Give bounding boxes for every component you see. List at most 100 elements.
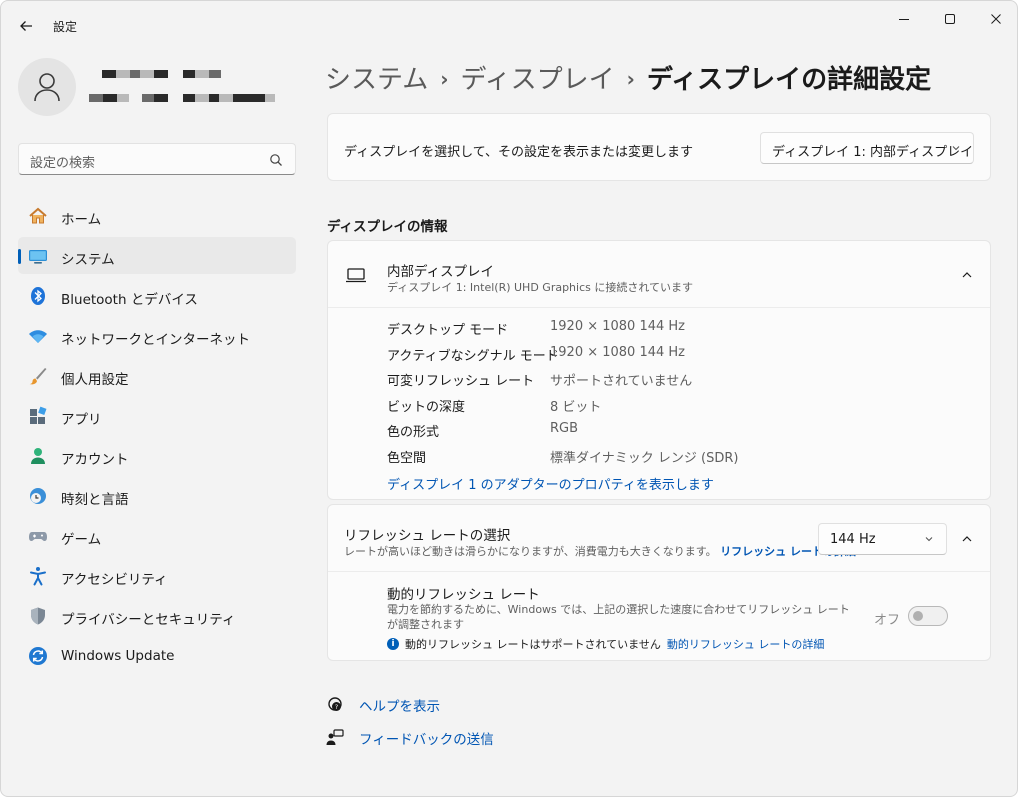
person-icon	[34, 73, 60, 102]
display-name: 内部ディスプレイ	[387, 264, 495, 280]
sidebar-item-home[interactable]: ホーム	[18, 197, 296, 234]
info-value: 1920 × 1080 144 Hz	[550, 344, 686, 360]
info-icon: i	[387, 638, 399, 650]
account-icon	[28, 446, 48, 466]
search-icon[interactable]	[269, 153, 283, 167]
system-icon	[28, 246, 48, 266]
chevron-down-icon	[925, 537, 933, 542]
refresh-rate-value: 144 Hz	[830, 532, 876, 547]
page-title: ディスプレイの詳細設定	[646, 65, 932, 95]
arrow-left-icon	[20, 21, 32, 31]
refresh-rate-title: リフレッシュ レートの選択	[344, 528, 511, 544]
info-value: サポートされていません	[550, 374, 693, 389]
sidebar-item-label: アプリ	[61, 412, 102, 428]
breadcrumb-separator: ›	[626, 67, 635, 91]
chevron-up-icon[interactable]	[961, 269, 973, 281]
info-key: アクティブなシグナル モード	[387, 348, 559, 364]
title-bar: 設定	[1, 1, 1017, 49]
active-indicator	[18, 249, 21, 264]
dynamic-refresh-details-link[interactable]: 動的リフレッシュ レートの詳細	[667, 636, 825, 652]
sidebar-item-label: アクセシビリティ	[61, 572, 168, 588]
close-button[interactable]	[973, 5, 1017, 33]
toggle-knob	[913, 611, 923, 621]
dynamic-refresh-title: 動的リフレッシュ レート	[387, 587, 540, 603]
sidebar-item-bluetooth[interactable]: Bluetooth とデバイス	[18, 277, 296, 314]
sidebar-item-personalization[interactable]: 個人用設定	[18, 357, 296, 394]
breadcrumb-separator: ›	[440, 67, 449, 91]
sidebar-item-label: システム	[61, 252, 115, 268]
refresh-rate-subtitle: レートが高いほど動きは滑らかになりますが、消費電力も大きくなります。 リフレッシ…	[344, 543, 856, 559]
display-dropdown[interactable]: ディスプレイ 1: 内部ディスプレイ	[760, 132, 974, 164]
sidebar-item-apps[interactable]: アプリ	[18, 397, 296, 434]
info-key: 可変リフレッシュ レート	[387, 374, 535, 389]
time-language-icon	[28, 486, 48, 506]
refresh-rate-card: リフレッシュ レートの選択 レートが高いほど動きは滑らかになりますが、消費電力も…	[327, 504, 991, 661]
feedback-link[interactable]: フィードバックの送信	[325, 728, 494, 748]
info-key: 色空間	[387, 450, 427, 466]
wifi-icon	[28, 326, 48, 346]
sidebar-item-label: 個人用設定	[61, 372, 129, 388]
feedback-icon	[325, 728, 345, 748]
dynamic-refresh-description: 電力を節約するために、Windows では、上記の選択した速度に合わせてリフレッ…	[387, 603, 850, 631]
avatar	[18, 58, 76, 116]
feedback-label[interactable]: フィードバックの送信	[359, 728, 494, 748]
sidebar-item-privacy[interactable]: プライバシーとセキュリティ	[18, 597, 296, 634]
info-key: デスクトップ モード	[387, 323, 509, 338]
maximize-button[interactable]	[927, 5, 973, 33]
svg-text:?: ?	[335, 703, 338, 711]
info-value: 1920 × 1080 144 Hz	[550, 319, 686, 334]
minimize-icon	[899, 19, 909, 20]
refresh-rate-dropdown[interactable]: 144 Hz	[818, 523, 947, 555]
display-select-card: ディスプレイを選択して、その設定を表示または変更します ディスプレイ 1: 内部…	[327, 113, 991, 181]
refresh-rate-description: レートが高いほど動きは滑らかになりますが、消費電力も大きくなります。	[344, 545, 717, 558]
sidebar-item-label: ゲーム	[61, 532, 102, 548]
search-input[interactable]: 設定の検索	[30, 152, 95, 171]
sidebar-item-label: アカウント	[61, 452, 129, 468]
toggle-state-label: オフ	[874, 613, 901, 628]
sidebar-item-system[interactable]: システム	[18, 237, 296, 274]
info-key: ビットの深度	[387, 399, 466, 415]
sidebar-item-time-language[interactable]: 時刻と言語	[18, 477, 296, 514]
sidebar-item-windows-update[interactable]: Windows Update	[18, 637, 296, 674]
apps-icon	[28, 406, 48, 426]
breadcrumb-display[interactable]: ディスプレイ	[460, 65, 614, 95]
sidebar-item-network[interactable]: ネットワークとインターネット	[18, 317, 296, 354]
shield-icon	[28, 606, 48, 626]
sidebar-item-label: 時刻と言語	[61, 492, 129, 508]
help-icon: ?	[325, 695, 345, 715]
display-connection: ディスプレイ 1: Intel(R) UHD Graphics に接続されていま…	[387, 281, 694, 294]
adapter-properties-link[interactable]: ディスプレイ 1 のアダプターのプロパティを表示します	[387, 474, 714, 493]
display-dropdown-value: ディスプレイ 1: 内部ディスプレイ	[772, 145, 974, 160]
back-button[interactable]	[13, 13, 39, 39]
display-select-label: ディスプレイを選択して、その設定を表示または変更します	[344, 145, 694, 160]
refresh-rate-header: リフレッシュ レートの選択 レートが高いほど動きは滑らかになりますが、消費電力も…	[328, 505, 990, 572]
brush-icon	[28, 366, 48, 386]
gamepad-icon	[28, 526, 48, 546]
dynamic-refresh-unsupported: 動的リフレッシュ レートはサポートされていません	[405, 638, 661, 651]
laptop-icon	[346, 268, 366, 283]
chevron-up-icon[interactable]	[961, 533, 973, 545]
sidebar-item-accessibility[interactable]: アクセシビリティ	[18, 557, 296, 594]
get-help-label[interactable]: ヘルプを表示	[359, 695, 440, 715]
minimize-button[interactable]	[881, 5, 927, 33]
breadcrumb: システム › ディスプレイ › ディスプレイの詳細設定	[325, 59, 931, 96]
display-info-header[interactable]: 内部ディスプレイ ディスプレイ 1: Intel(R) UHD Graphics…	[328, 241, 990, 308]
info-key: 色の形式	[387, 425, 440, 440]
sidebar-item-label: Bluetooth とデバイス	[61, 292, 198, 308]
sidebar-item-label: プライバシーとセキュリティ	[61, 612, 236, 628]
settings-window: 設定 設定の検索 ホーム システム Bluetooth とデバイス ネットワーク…	[0, 0, 1018, 797]
breadcrumb-system[interactable]: システム	[325, 65, 428, 95]
get-help-link[interactable]: ? ヘルプを表示	[325, 695, 440, 715]
search-box[interactable]: 設定の検索	[18, 143, 296, 175]
info-value: RGB	[550, 421, 579, 436]
update-icon	[28, 646, 48, 666]
dynamic-refresh-toggle[interactable]	[908, 606, 948, 626]
sidebar-nav: ホーム システム Bluetooth とデバイス ネットワークとインターネット	[18, 197, 296, 677]
maximize-icon	[945, 14, 955, 24]
app-title: 設定	[53, 20, 78, 34]
sidebar-item-accounts[interactable]: アカウント	[18, 437, 296, 474]
bluetooth-icon	[28, 286, 48, 306]
sidebar-item-gaming[interactable]: ゲーム	[18, 517, 296, 554]
info-value: 8 ビット	[550, 399, 602, 415]
accessibility-icon	[28, 566, 48, 586]
